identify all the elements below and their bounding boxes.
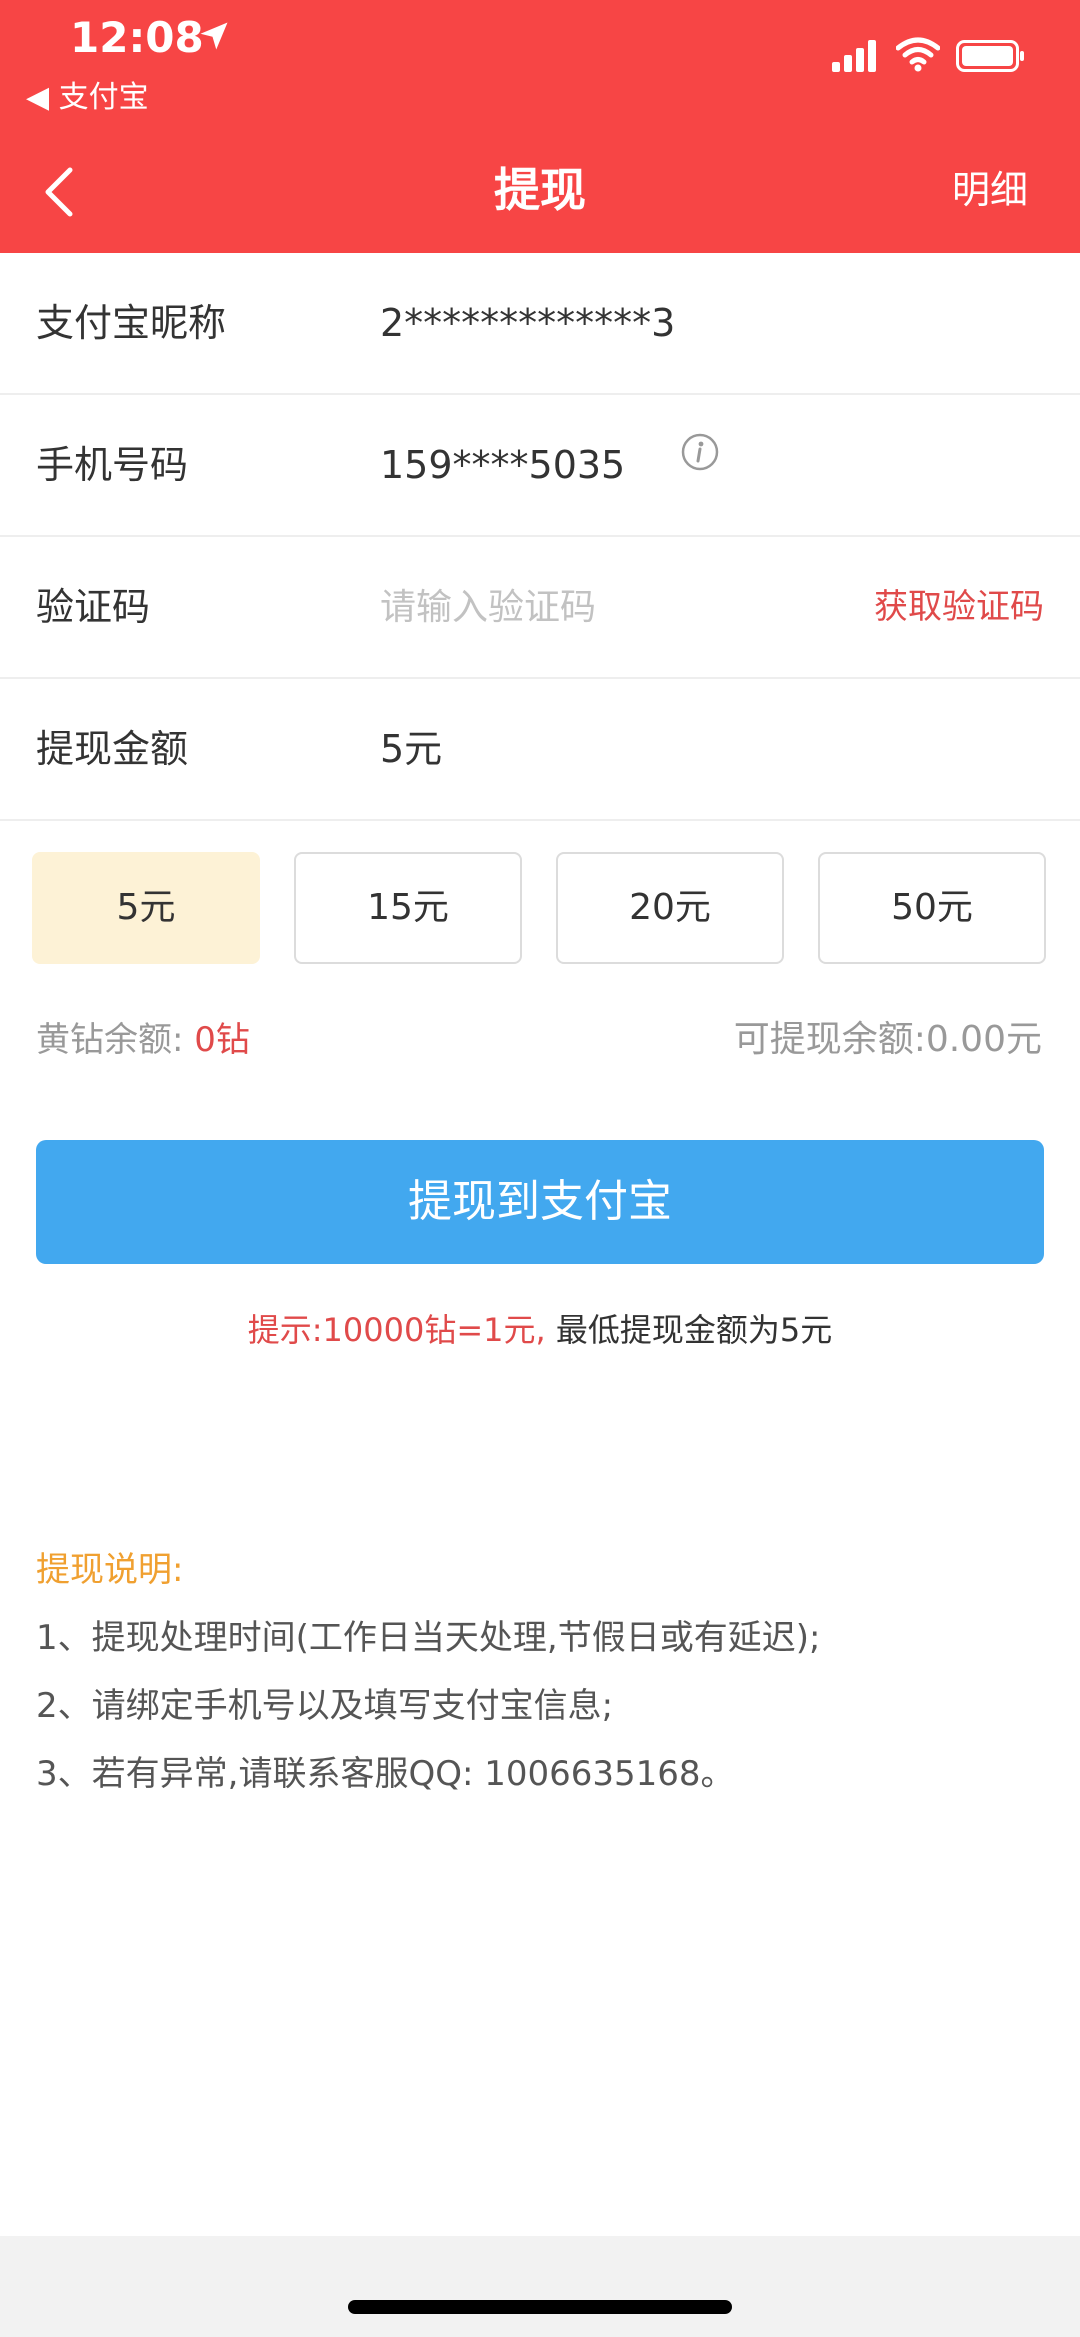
bottom-safe-area xyxy=(0,2236,1080,2337)
home-indicator[interactable] xyxy=(348,2300,732,2314)
amount-option-50[interactable]: 50元 xyxy=(818,852,1046,964)
amount-row: 提现金额 5元 xyxy=(0,679,1080,821)
amount-options: 5元 15元 20元 50元 xyxy=(32,852,1048,966)
amount-option-15[interactable]: 15元 xyxy=(294,852,522,964)
info-icon[interactable] xyxy=(680,432,720,472)
description-line-2: 2、请绑定手机号以及填写支付宝信息; xyxy=(36,1686,614,1726)
app-header: 12:08 ◀ 支付宝 提现 明细 xyxy=(0,0,1080,253)
nickname-label: 支付宝昵称 xyxy=(36,301,227,345)
code-row: 验证码 获取验证码 xyxy=(0,537,1080,679)
tip-rate: 提示:10000钻=1元, xyxy=(247,1311,546,1349)
code-label: 验证码 xyxy=(36,585,151,629)
verification-code-input[interactable] xyxy=(380,575,840,639)
phone-value: 159****5035 xyxy=(380,443,626,487)
status-time: 12:08 xyxy=(70,13,204,62)
diamond-balance-label: 黄钻余额: xyxy=(36,1020,184,1060)
cellular-signal-icon xyxy=(832,40,876,72)
phone-row: 手机号码 159****5035 xyxy=(0,395,1080,537)
detail-link[interactable]: 明细 xyxy=(952,160,1028,220)
location-arrow-icon xyxy=(200,22,228,50)
phone-label: 手机号码 xyxy=(36,443,189,487)
amount-option-20[interactable]: 20元 xyxy=(556,852,784,964)
diamond-balance-value: 0钻 xyxy=(194,1020,250,1060)
amount-option-5[interactable]: 5元 xyxy=(32,852,260,964)
withdrawable-balance: 可提现余额:0.00元 xyxy=(733,1019,1042,1060)
description-title: 提现说明: xyxy=(36,1550,184,1590)
amount-value: 5元 xyxy=(380,727,443,771)
tip-minimum: 最低提现金额为5元 xyxy=(555,1311,833,1349)
battery-icon xyxy=(956,40,1024,72)
nickname-value: 2*************3 xyxy=(380,301,676,345)
get-code-button[interactable]: 获取验证码 xyxy=(874,537,1044,677)
wifi-icon xyxy=(896,37,940,72)
conversion-tip: 提示:10000钻=1元, 最低提现金额为5元 xyxy=(0,1300,1080,1360)
description-line-1: 1、提现处理时间(工作日当天处理,节假日或有延迟); xyxy=(36,1618,821,1658)
description-line-3: 3、若有异常,请联系客服QQ: 1006635168。 xyxy=(36,1754,735,1794)
diamond-balance: 黄钻余额: 0钻 xyxy=(36,1010,250,1070)
return-to-alipay-link[interactable]: ◀ 支付宝 xyxy=(26,76,149,120)
withdraw-to-alipay-button[interactable]: 提现到支付宝 xyxy=(36,1140,1044,1264)
amount-label: 提现金额 xyxy=(36,727,189,771)
page-title: 提现 xyxy=(494,163,586,217)
nickname-row: 支付宝昵称 2*************3 xyxy=(0,253,1080,395)
